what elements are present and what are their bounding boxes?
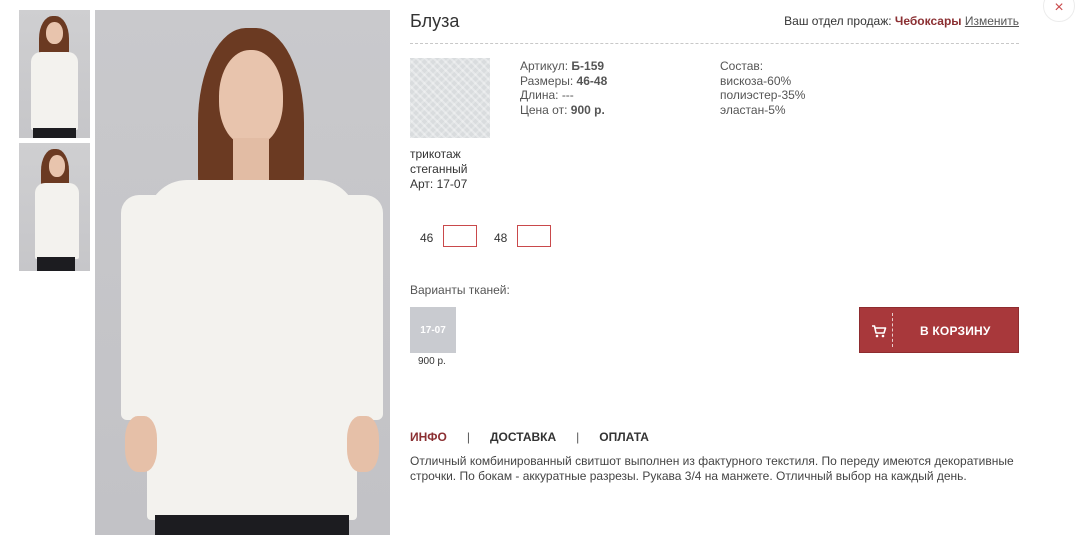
sizes-label: Размеры: (520, 73, 574, 88)
model-pants (155, 515, 349, 535)
product-main-image (95, 10, 390, 535)
region-city: Чебоксары (894, 14, 962, 28)
product-thumbnail-side[interactable] (19, 143, 90, 271)
cart-icon (872, 325, 887, 338)
length-value: --- (561, 88, 574, 102)
fabric-variant-tile[interactable]: 17-07 (410, 307, 456, 353)
tab-info[interactable]: ИНФО (410, 430, 447, 444)
price-label: Цена от: (520, 102, 568, 117)
thumb-pants (33, 128, 76, 138)
product-title: Блуза (410, 11, 460, 31)
article-label: Артикул: (520, 59, 569, 73)
change-region-link[interactable]: Изменить (965, 14, 1019, 28)
blouse-left-sleeve (121, 195, 161, 420)
composition-item: вискоза-60% (720, 73, 792, 88)
tab-payment[interactable]: ОПЛАТА (599, 430, 649, 444)
sizes-value: 46-48 (576, 73, 608, 88)
product-properties: Артикул: Б-159 Размеры: 46-48 Длина: ---… (520, 59, 607, 117)
thumb-blouse (31, 52, 78, 130)
model-right-hand (347, 416, 379, 472)
blouse-body (147, 180, 357, 520)
close-button[interactable]: × (1043, 0, 1075, 22)
variant-price: 900 р. (418, 356, 446, 367)
price-row: Цена от: 900 р. (520, 103, 607, 118)
blouse-right-sleeve (343, 195, 383, 420)
size-label-48: 48 (494, 231, 508, 245)
tab-separator: | (576, 430, 580, 444)
fabric-swatch (410, 58, 490, 138)
info-tabs: ИНФО | ДОСТАВКА | ОПЛАТА (410, 430, 649, 444)
variant-code: 17-07 (420, 324, 446, 336)
add-to-cart-label: В КОРЗИНУ (920, 324, 991, 338)
article-row: Артикул: Б-159 (520, 59, 607, 74)
size-48-quantity-input[interactable] (517, 225, 551, 247)
thumb-pants (37, 257, 75, 271)
thumb-blouse (35, 183, 79, 259)
size-label-46: 46 (420, 231, 434, 245)
article-value: Б-159 (571, 59, 605, 73)
add-to-cart-button[interactable]: В КОРЗИНУ (859, 307, 1019, 353)
fabric-variants-label: Варианты тканей: (410, 283, 510, 297)
sales-region: Ваш отдел продаж: Чебоксары Изменить (784, 14, 1019, 28)
composition: Состав: вискоза-60% полиэстер-35% эласта… (720, 59, 805, 117)
thumb-face (46, 22, 63, 44)
tab-separator: | (466, 430, 470, 444)
thumb-face (49, 155, 65, 177)
model-left-hand (125, 416, 157, 472)
length-row: Длина: --- (520, 88, 607, 103)
product-description: Отличный комбинированный свитшот выполне… (410, 454, 1014, 483)
fabric-name-line2: стеганный (410, 162, 468, 176)
header-divider (410, 43, 1019, 44)
region-label: Ваш отдел продаж: (784, 14, 892, 28)
fabric-caption: трикотаж стеганный Арт: 17-07 (410, 147, 467, 192)
cart-button-separator (892, 313, 893, 347)
model-face (219, 50, 283, 146)
close-icon: × (1054, 0, 1064, 16)
price-value: 900 р. (570, 102, 605, 117)
size-46-quantity-input[interactable] (443, 225, 477, 247)
fabric-name-line1: трикотаж (410, 147, 461, 161)
product-thumbnail-front[interactable] (19, 10, 90, 138)
length-label: Длина: (520, 88, 559, 102)
sizes-row: Размеры: 46-48 (520, 74, 607, 89)
fabric-art: Арт: 17-07 (410, 177, 468, 191)
composition-label: Состав: (720, 59, 764, 73)
tab-delivery[interactable]: ДОСТАВКА (490, 430, 556, 444)
composition-item: полиэстер-35% (720, 88, 806, 102)
composition-item: эластан-5% (720, 102, 786, 117)
